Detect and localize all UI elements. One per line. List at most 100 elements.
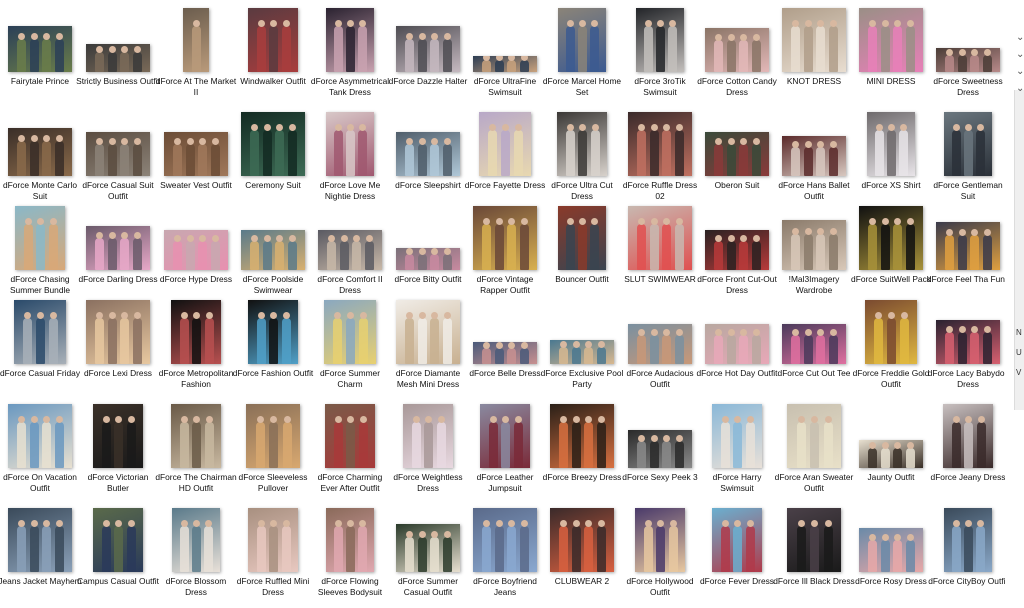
- file-item[interactable]: dForce Vintage Rapper Outfit: [466, 206, 544, 306]
- chevron-down-icon[interactable]: ⌄: [1016, 32, 1024, 43]
- file-item[interactable]: dForce Love Me Nightie Dress: [311, 112, 389, 212]
- thumbnail-image[interactable]: [86, 132, 150, 176]
- thumbnail-image[interactable]: [480, 404, 530, 468]
- file-item[interactable]: dForce Aran Sweater Outfit: [775, 404, 853, 504]
- file-item[interactable]: dForce Breezy Dress: [543, 404, 621, 504]
- file-item[interactable]: dForce Comfort II Dress: [311, 206, 389, 306]
- file-item[interactable]: dForce Casual Friday: [0, 300, 80, 400]
- thumbnail-image[interactable]: [782, 324, 846, 364]
- thumbnail-image[interactable]: [8, 404, 72, 468]
- file-item[interactable]: dForce Fever Dress: [698, 508, 776, 608]
- file-item[interactable]: dForce Belle Dress: [466, 300, 544, 400]
- file-item[interactable]: dForce Victorian Butler: [79, 404, 157, 504]
- file-item[interactable]: dForce CityBoy Outfit: [928, 508, 1008, 608]
- file-item[interactable]: dForce Boyfriend Jeans: [466, 508, 544, 608]
- thumbnail-image[interactable]: [86, 226, 150, 270]
- thumbnail-image[interactable]: [473, 206, 537, 270]
- file-item[interactable]: Jaunty Outfit: [852, 404, 930, 504]
- file-item[interactable]: dForce Feel Tha Funk: [927, 206, 1009, 306]
- thumbnail-image[interactable]: [782, 8, 846, 72]
- thumbnail-image[interactable]: [86, 44, 150, 72]
- file-item[interactable]: dForce Sleeveless Pullover: [234, 404, 312, 504]
- thumbnail-image[interactable]: [396, 248, 460, 270]
- file-item[interactable]: Windwalker Outfit: [234, 8, 312, 108]
- thumbnail-image[interactable]: [943, 404, 993, 468]
- chevron-down-icon[interactable]: ⌄: [1016, 83, 1024, 94]
- thumbnail-image[interactable]: [326, 8, 374, 72]
- file-item[interactable]: dForce Ill Black Dress: [773, 508, 855, 608]
- file-item[interactable]: CLUBWEAR 2: [543, 508, 621, 608]
- thumbnail-image[interactable]: [550, 340, 614, 364]
- thumbnail-image[interactable]: [550, 404, 614, 468]
- file-item[interactable]: dForce Lexi Dress: [79, 300, 157, 400]
- file-item[interactable]: SLUT SWIMWEAR: [621, 206, 699, 306]
- thumbnail-image[interactable]: [248, 508, 298, 572]
- thumbnail-image[interactable]: [473, 508, 537, 572]
- chevron-down-icon[interactable]: ⌄: [1016, 66, 1024, 77]
- file-item[interactable]: Campus Casual Outfit: [77, 508, 159, 608]
- file-item[interactable]: dForce Ruffle Dress 02: [621, 112, 699, 212]
- thumbnail-image[interactable]: [93, 508, 143, 572]
- file-item[interactable]: dForce XS Shirt: [852, 112, 930, 212]
- thumbnail-image[interactable]: [248, 300, 298, 364]
- file-item[interactable]: dForce Hollywood Outfit: [621, 508, 699, 608]
- file-item[interactable]: dForce Front Cut-Out Dress: [697, 206, 777, 306]
- file-item[interactable]: dForce Dazzle Halter: [389, 8, 467, 108]
- file-item[interactable]: dForce Fashion Outfit: [233, 300, 313, 400]
- thumbnail-image[interactable]: [473, 56, 537, 72]
- file-item[interactable]: dForce On Vacation Outfit: [1, 404, 79, 504]
- thumbnail-image[interactable]: [635, 508, 685, 572]
- file-item[interactable]: dForce Lacy Babydoll Dress: [928, 300, 1008, 400]
- thumbnail-image[interactable]: [787, 404, 841, 468]
- file-item[interactable]: Bouncer Outfit: [543, 206, 621, 306]
- thumbnail-image[interactable]: [936, 320, 1000, 364]
- thumbnail-image[interactable]: [324, 300, 376, 364]
- thumbnail-image[interactable]: [867, 112, 915, 176]
- file-item[interactable]: dForce Cut Out Tee: [775, 300, 853, 400]
- file-item[interactable]: dForce Ultra Cut Dress: [543, 112, 621, 212]
- thumbnail-image[interactable]: [396, 26, 460, 72]
- thumbnail-image[interactable]: [705, 28, 769, 72]
- thumbnail-image[interactable]: [403, 404, 453, 468]
- file-item[interactable]: Sweater Vest Outfit: [157, 112, 235, 212]
- thumbnail-image[interactable]: [936, 222, 1000, 270]
- thumbnail-image[interactable]: [859, 528, 923, 572]
- file-item[interactable]: dForce Blossom Dress: [157, 508, 235, 608]
- thumbnail-image[interactable]: [241, 230, 305, 270]
- file-item[interactable]: !Mal3Imagery Wardrobe: [775, 206, 853, 306]
- file-item[interactable]: dForce Charming Ever After Outfit: [311, 404, 389, 504]
- file-item[interactable]: Strictly Business Outfit: [76, 8, 160, 108]
- thumbnail-image[interactable]: [944, 508, 992, 572]
- chevron-down-icon[interactable]: ⌄: [1016, 49, 1024, 60]
- thumbnail-image[interactable]: [558, 206, 606, 270]
- thumbnail-image[interactable]: [479, 112, 531, 176]
- thumbnail-image[interactable]: [628, 206, 692, 270]
- thumbnail-image[interactable]: [93, 404, 143, 468]
- file-item[interactable]: dForce Sexy Peek 3: [621, 404, 699, 504]
- thumbnail-image[interactable]: [246, 404, 300, 468]
- file-item[interactable]: dForce Monte Carlo Suit: [1, 112, 79, 212]
- thumbnail-image[interactable]: [787, 508, 841, 572]
- thumbnail-image[interactable]: [396, 524, 460, 572]
- thumbnail-image[interactable]: [171, 300, 221, 364]
- file-item[interactable]: dForce Hans Ballet Outfit: [775, 112, 853, 212]
- thumbnail-image[interactable]: [712, 508, 762, 572]
- file-item[interactable]: dForce Ruffled Mini Dress: [234, 508, 312, 608]
- thumbnail-image[interactable]: [171, 404, 221, 468]
- thumbnail-image[interactable]: [8, 26, 72, 72]
- file-item[interactable]: dForce Summer Casual Outfit: [389, 508, 467, 608]
- thumbnail-image[interactable]: [859, 206, 923, 270]
- thumbnail-image[interactable]: [712, 404, 762, 468]
- file-item[interactable]: Ceremony Suit: [234, 112, 312, 212]
- file-item[interactable]: dForce Sweetness Dress: [929, 8, 1007, 108]
- thumbnail-image[interactable]: [86, 300, 150, 364]
- file-item[interactable]: dForce Bitty Outfit: [389, 206, 467, 306]
- thumbnail-image[interactable]: [183, 8, 209, 72]
- file-item[interactable]: dForce Cotton Candy Dress: [697, 8, 777, 108]
- file-item[interactable]: dForce Darling Dress: [78, 206, 158, 306]
- thumbnail-image[interactable]: [248, 8, 298, 72]
- file-item[interactable]: KNOT DRESS: [775, 8, 853, 108]
- file-item[interactable]: dForce SuitWell Pack: [851, 206, 931, 306]
- thumbnail-image[interactable]: [14, 300, 66, 364]
- file-item[interactable]: dForce Jeany Dress: [929, 404, 1007, 504]
